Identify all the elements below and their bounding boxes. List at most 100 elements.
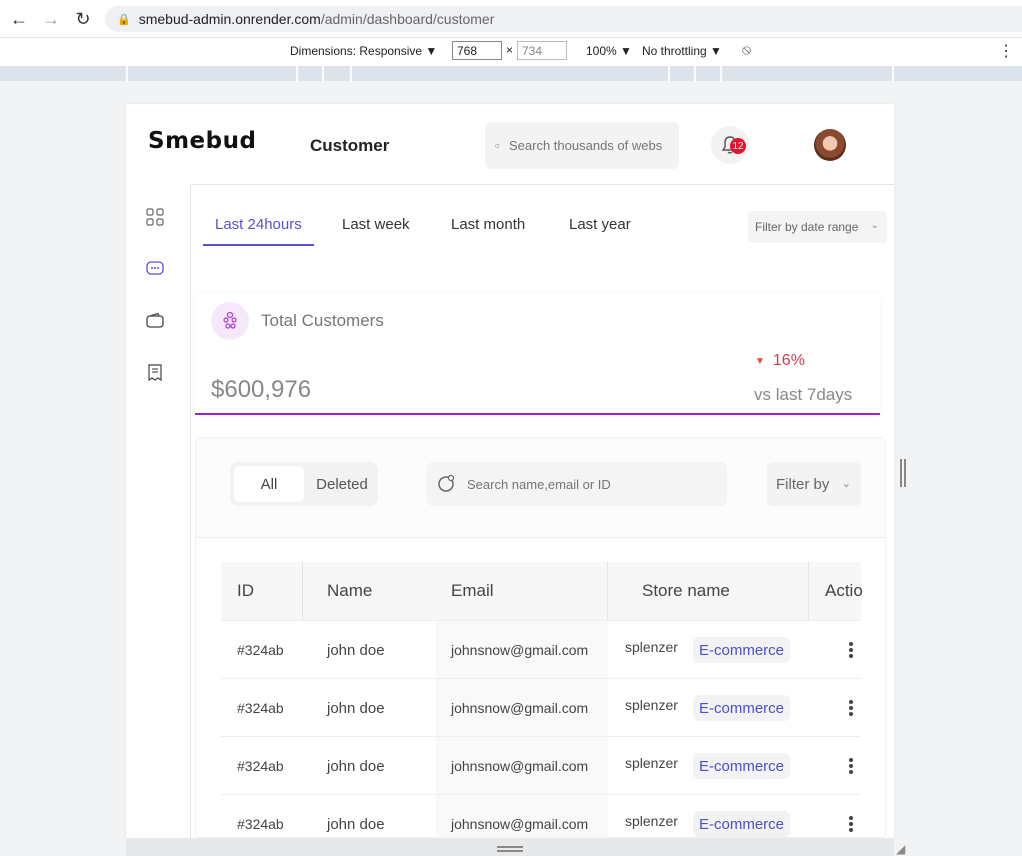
width-input[interactable]: 768 [452,41,502,60]
column-header-email[interactable]: Email [451,562,494,620]
notification-badge: 12 [730,138,746,154]
resize-handle-bottom[interactable] [497,846,523,852]
table-row[interactable]: #324ab john doe johnsnow@gmail.com splen… [221,794,861,838]
cell-id: #324ab [237,758,284,774]
url-host: smebud-admin.onrender.com [138,11,321,27]
category-pill: E-commerce [693,753,791,779]
tab-last-month[interactable]: Last month [451,216,525,246]
cell-email: johnsnow@gmail.com [436,737,608,795]
times-sign: × [506,43,514,57]
cell-email: johnsnow@gmail.com [436,795,608,838]
column-divider [607,562,608,620]
category-pill: E-commerce [693,637,791,663]
cell-name: john doe [327,641,385,659]
cell-store: splenzer [625,755,678,771]
customers-panel: All Deleted Filter by ⌄ ID Name Email St… [195,437,886,838]
search-icon [438,474,455,492]
zoom-select[interactable]: 100% ▼ [586,44,632,58]
panel-toolbar: All Deleted Filter by ⌄ [196,438,885,538]
logo: Smebud [148,128,257,154]
dimensions-select[interactable]: Dimensions: Responsive ▼ [290,44,437,58]
receipt-icon[interactable] [146,364,164,382]
chevron-down-icon: ⌄ [870,220,879,231]
rotate-icon[interactable]: ⦸ [742,41,751,58]
media-query-ruler [0,66,1022,81]
cell-email: johnsnow@gmail.com [436,621,608,679]
segment-all[interactable]: All [234,466,304,502]
total-customers-card: Total Customers $600,976 ▼ 16% vs last 7… [195,294,880,415]
cell-store: splenzer [625,813,678,829]
throttling-select[interactable]: No throttling ▼ [642,44,722,58]
card-value: $600,976 [211,376,312,403]
comparison-note: vs last 7days [754,385,853,404]
back-arrow-icon[interactable]: ← [9,9,29,29]
notifications-button[interactable]: 12 [711,126,749,164]
change-indicator: ▼ 16% [755,352,805,370]
row-actions-icon[interactable] [849,699,853,717]
lock-icon: 🔒 [117,13,131,26]
column-header-id[interactable]: ID [237,562,254,620]
reload-icon[interactable]: ↻ [73,9,93,29]
cell-id: #324ab [237,700,284,716]
device-toolbar: Dimensions: Responsive ▼ 768 × 734 100% … [0,38,1022,64]
row-actions-icon[interactable] [849,757,853,775]
sidebar [126,184,190,838]
tab-last-24hours[interactable]: Last 24hours [203,216,314,246]
cell-name: john doe [327,757,385,775]
filter-by-label: Filter by [776,475,830,493]
chevron-down-icon: ⌄ [841,478,851,490]
date-range-filter-label: Filter by date range [755,220,859,234]
tab-last-week[interactable]: Last week [342,216,410,246]
sidebar-divider [190,184,191,838]
cell-name: john doe [327,815,385,833]
dashboard-grid-icon[interactable] [146,208,164,226]
search-icon [495,143,500,148]
cell-name: john doe [327,699,385,717]
wallet-icon[interactable] [146,312,164,330]
trend-down-icon: ▼ [755,355,765,367]
more-options-icon[interactable]: ⋮ [998,41,1014,61]
status-segmented-control: All Deleted [230,462,378,506]
cell-email: johnsnow@gmail.com [436,679,608,737]
date-range-filter[interactable]: Filter by date range ⌄ [748,211,887,243]
segment-deleted[interactable]: Deleted [310,466,374,502]
table-row[interactable]: #324ab john doe johnsnow@gmail.com splen… [221,620,861,679]
app-viewport: Smebud Customer 12 Last 24hours Last wee… [126,104,894,838]
column-divider [302,562,303,620]
column-header-store[interactable]: Store name [642,562,730,620]
filter-by-dropdown[interactable]: Filter by ⌄ [767,462,861,506]
cell-id: #324ab [237,642,284,658]
column-header-action[interactable]: Actio [825,562,863,620]
change-percent: 16% [772,352,805,369]
global-search-input[interactable] [509,138,679,153]
table-header: ID Name Email Store name Actio [221,562,863,620]
address-bar[interactable]: 🔒 smebud-admin.onrender.com/admin/dashbo… [105,6,1022,32]
url-path: /admin/dashboard/customer [320,11,495,27]
browser-toolbar: ← → ↻ 🔒 smebud-admin.onrender.com/admin/… [0,0,1022,38]
resize-handle-right[interactable] [900,459,906,487]
global-search[interactable] [485,122,679,169]
cell-id: #324ab [237,816,284,832]
forward-arrow-icon[interactable]: → [41,9,61,29]
card-title: Total Customers [261,311,384,330]
customers-icon [211,302,249,340]
cell-store: splenzer [625,697,678,713]
tab-last-year[interactable]: Last year [569,216,631,246]
header-divider [190,184,894,185]
chat-icon[interactable] [146,260,164,278]
customer-search-input[interactable] [467,476,717,492]
cell-store: splenzer [625,639,678,655]
category-pill: E-commerce [693,811,791,837]
user-avatar[interactable] [814,129,846,161]
row-actions-icon[interactable] [849,641,853,659]
table-row[interactable]: #324ab john doe johnsnow@gmail.com splen… [221,736,861,795]
page-title: Customer [310,136,390,155]
row-actions-icon[interactable] [849,815,853,833]
column-divider [808,562,809,620]
customer-search[interactable] [427,462,727,506]
height-input[interactable]: 734 [517,41,567,60]
category-pill: E-commerce [693,695,791,721]
resize-corner-icon[interactable]: ◢ [896,842,905,856]
table-row[interactable]: #324ab john doe johnsnow@gmail.com splen… [221,678,861,737]
column-header-name[interactable]: Name [327,562,372,620]
